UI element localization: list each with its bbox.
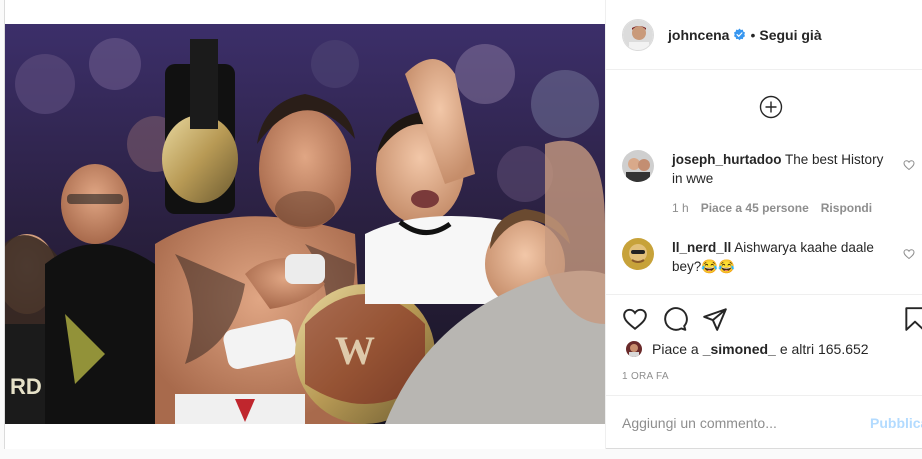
liker-avatar-image	[626, 341, 642, 357]
author-avatar-image	[623, 19, 653, 50]
bookmark-icon[interactable]	[902, 306, 922, 332]
comment-icon[interactable]	[662, 306, 688, 332]
comment-username[interactable]: joseph_hurtadoo	[672, 152, 782, 167]
likes-summary: Piace a _simoned_ e altri 165.652	[626, 341, 869, 357]
comment-username[interactable]: ll_nerd_ll	[672, 240, 731, 255]
comment-input[interactable]	[622, 414, 862, 431]
instagram-post: RD JE W johncena • Segui già joseph_hurt…	[4, 0, 922, 449]
comment-item: ll_nerd_ll Aishwarya kaahe daale bey?😂😂	[622, 238, 922, 276]
reply-button[interactable]: Rispondi	[821, 201, 872, 215]
comment-likes-count[interactable]: Piace a 45 persone	[701, 201, 809, 215]
commenter-avatar[interactable]	[622, 150, 654, 182]
likes-others[interactable]: e altri 165.652	[780, 341, 869, 357]
author-username[interactable]: johncena	[668, 27, 729, 43]
browser-viewport: RD JE W johncena • Segui già joseph_hurt…	[0, 0, 922, 459]
post-sidebar: johncena • Segui già joseph_hurtadoo The…	[605, 0, 922, 449]
belt-logo: W	[335, 328, 375, 373]
heart-icon[interactable]	[622, 306, 648, 332]
likes-prefix: Piace a	[652, 341, 699, 357]
header-separator: •	[750, 26, 756, 43]
verified-badge-icon	[734, 28, 746, 41]
comment-body: joseph_hurtadoo The best History in wwe	[672, 150, 892, 188]
post-header: johncena • Segui già	[606, 0, 922, 70]
author-avatar[interactable]	[622, 18, 654, 51]
comment-like-heart-icon[interactable]	[903, 248, 915, 260]
add-icon[interactable]	[759, 95, 783, 119]
liker-username[interactable]: _simoned_	[703, 341, 776, 357]
commenter-avatar-image	[622, 150, 654, 182]
comment-body: ll_nerd_ll Aishwarya kaahe daale bey?😂😂	[672, 238, 892, 276]
commenter-avatar[interactable]	[622, 238, 654, 270]
post-actions	[606, 294, 922, 344]
following-button[interactable]: Segui già	[759, 27, 821, 43]
publish-button[interactable]: Pubblica	[870, 415, 922, 431]
comment-meta: 1 h Piace a 45 persone Rispondi	[672, 201, 872, 215]
comment-item: joseph_hurtadoo The best History in wwe	[622, 150, 922, 188]
photo-pane: RD JE W	[5, 0, 605, 449]
post-photo-illustration: RD JE W	[5, 24, 605, 424]
post-photo[interactable]: RD JE W	[5, 24, 605, 424]
post-time: 1 ORA FA	[622, 371, 669, 382]
liker-avatar[interactable]	[626, 341, 642, 357]
comment-time: 1 h	[672, 201, 689, 215]
add-comment-bar: Pubblica	[606, 395, 922, 449]
share-icon[interactable]	[702, 306, 728, 332]
commenter-avatar-image	[622, 238, 654, 270]
comment-like-heart-icon[interactable]	[903, 159, 915, 171]
